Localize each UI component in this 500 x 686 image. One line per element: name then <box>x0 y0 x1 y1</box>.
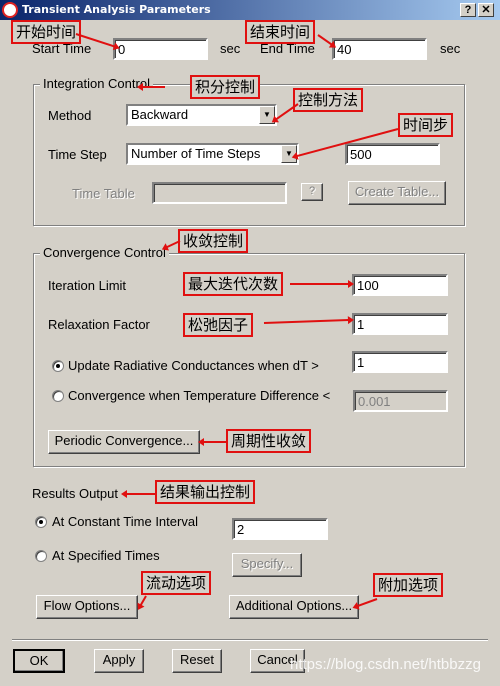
time-step-mode-select[interactable]: Number of Time Steps ▼ <box>126 143 299 165</box>
time-table-help-button[interactable]: ? <box>301 183 323 201</box>
apply-button[interactable]: Apply <box>94 649 144 673</box>
integration-control-label: Integration Control <box>40 76 153 91</box>
iteration-limit-input[interactable]: 100 <box>352 274 448 296</box>
specified-times-label: At Specified Times <box>52 548 160 563</box>
time-table-input[interactable] <box>152 182 287 204</box>
temperature-difference-label: Convergence when Temperature Difference … <box>68 388 331 403</box>
end-time-unit: sec <box>440 41 461 56</box>
constant-interval-radio[interactable] <box>35 516 47 528</box>
update-radiative-radio[interactable] <box>52 360 64 372</box>
annotation-arrow <box>200 441 226 443</box>
window-title: Transient Analysis Parameters <box>22 3 211 16</box>
specify-button[interactable]: Specify... <box>232 553 302 577</box>
results-output-label: Results Output <box>32 486 118 501</box>
annotation-arrow <box>123 493 155 495</box>
time-table-label: Time Table <box>72 186 135 201</box>
annotation-additional: 附加选项 <box>373 573 444 597</box>
help-button[interactable]: ? <box>460 3 476 17</box>
temperature-difference-input[interactable]: 0.001 <box>353 390 448 412</box>
annotation-flow: 流动选项 <box>141 571 212 595</box>
annotation-arrow <box>317 34 335 48</box>
method-value: Backward <box>131 107 189 122</box>
annotation-arrow <box>290 280 354 288</box>
method-label: Method <box>48 108 92 123</box>
convergence-control-label: Convergence Control <box>40 245 169 260</box>
constant-interval-input[interactable]: 2 <box>232 518 328 540</box>
update-radiative-input[interactable]: 1 <box>352 351 448 373</box>
annotation-results-output: 结果输出控制 <box>155 480 256 504</box>
annotation-start-time: 开始时间 <box>11 20 82 44</box>
relaxation-factor-input[interactable]: 1 <box>352 313 448 335</box>
watermark: https://blog.csdn.net/htbbzzg <box>290 656 481 673</box>
specified-times-radio[interactable] <box>35 550 47 562</box>
annotation-integration: 积分控制 <box>190 75 261 99</box>
method-select[interactable]: Backward ▼ <box>126 104 277 126</box>
annotation-periodic: 周期性收敛 <box>226 429 312 453</box>
start-time-unit: sec <box>220 41 241 56</box>
annotation-end-time: 结束时间 <box>245 20 316 44</box>
annotation-relaxation: 松弛因子 <box>183 313 254 337</box>
temperature-difference-radio[interactable] <box>52 390 64 402</box>
annotation-time-step: 时间步 <box>398 113 454 137</box>
app-icon <box>2 2 18 18</box>
periodic-convergence-button[interactable]: Periodic Convergence... <box>48 430 200 454</box>
time-step-mode-value: Number of Time Steps <box>131 146 261 161</box>
footer-separator <box>12 639 488 641</box>
end-time-input[interactable]: 40 <box>332 38 427 60</box>
flow-options-button[interactable]: Flow Options... <box>36 595 138 619</box>
iteration-limit-label: Iteration Limit <box>48 278 127 293</box>
title-bar: Transient Analysis Parameters ? ✕ <box>0 0 500 20</box>
create-table-button[interactable]: Create Table... <box>348 181 446 205</box>
additional-options-button[interactable]: Additional Options... <box>229 595 359 619</box>
annotation-arrow <box>139 86 165 88</box>
constant-interval-label: At Constant Time Interval <box>52 514 198 529</box>
annotation-iteration-limit: 最大迭代次数 <box>183 272 284 296</box>
close-button[interactable]: ✕ <box>478 3 494 17</box>
annotation-method: 控制方法 <box>293 88 364 112</box>
relaxation-factor-label: Relaxation Factor <box>48 317 150 332</box>
time-step-label: Time Step <box>48 147 107 162</box>
start-time-input[interactable]: 0 <box>113 38 208 60</box>
annotation-arrow <box>138 595 147 609</box>
reset-button[interactable]: Reset <box>172 649 222 673</box>
time-step-input[interactable]: 500 <box>345 143 440 165</box>
update-radiative-label: Update Radiative Conductances when dT > <box>68 358 319 373</box>
annotation-convergence: 收敛控制 <box>178 229 249 253</box>
ok-button[interactable]: OK <box>13 649 65 673</box>
